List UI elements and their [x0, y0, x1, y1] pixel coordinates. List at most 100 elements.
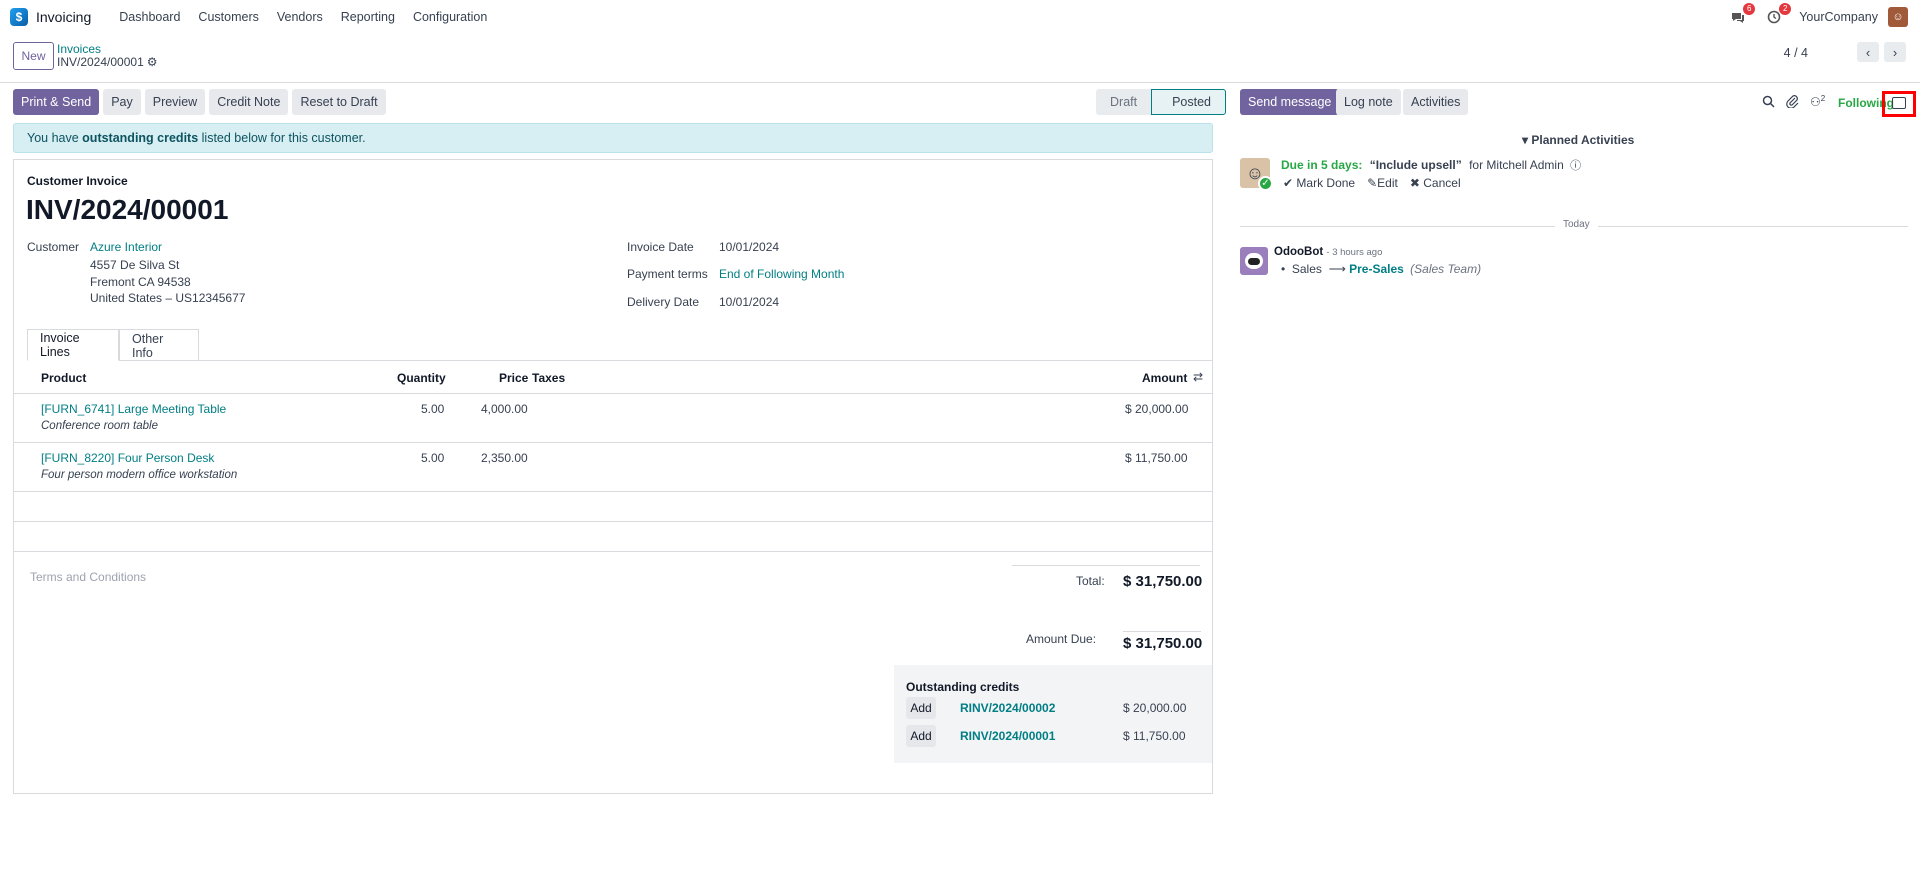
- message-header: OdooBot - 3 hours ago: [1274, 246, 1382, 258]
- empty-row[interactable]: [14, 492, 1212, 522]
- invoice-date-field[interactable]: 10/01/2024: [719, 240, 779, 254]
- print-send-button[interactable]: Print & Send: [13, 89, 100, 115]
- alert-text-pre: You have: [27, 131, 79, 145]
- main-menu: Dashboard Customers Vendors Reporting Co…: [101, 10, 487, 24]
- header-price[interactable]: Price: [499, 371, 528, 385]
- pager-value: 4 / 4: [1783, 46, 1808, 60]
- invoicing-app-icon[interactable]: $: [10, 8, 28, 26]
- header-product[interactable]: Product: [41, 371, 86, 385]
- edit-activity-button[interactable]: ✎Edit: [1367, 176, 1398, 190]
- totals-divider: [1012, 565, 1200, 566]
- user-avatar[interactable]: ☺: [1888, 7, 1908, 27]
- add-credit-button[interactable]: Add: [906, 725, 936, 747]
- pager-previous-button[interactable]: ‹: [1857, 42, 1879, 62]
- menu-vendors[interactable]: Vendors: [277, 10, 323, 24]
- app-name[interactable]: Invoicing: [36, 9, 91, 25]
- reset-to-draft-button[interactable]: Reset to Draft: [292, 89, 386, 115]
- menu-reporting[interactable]: Reporting: [341, 10, 395, 24]
- new-button[interactable]: New: [13, 42, 54, 70]
- cancel-activity-button[interactable]: ✖ Cancel: [1410, 176, 1461, 190]
- tracking-field-name: (Sales Team): [1410, 262, 1482, 276]
- systray: 6 2 YourCompany ☺: [1727, 0, 1920, 34]
- message-author: OdooBot: [1274, 246, 1324, 258]
- breadcrumb-invoices[interactable]: Invoices: [57, 42, 101, 56]
- customer-address-line2: Fremont CA 94538: [90, 275, 191, 289]
- payment-terms-link[interactable]: End of Following Month: [719, 267, 844, 281]
- edit-label: Edit: [1377, 176, 1398, 190]
- search-icon[interactable]: [1762, 95, 1775, 111]
- pencil-icon: ✎: [1367, 176, 1378, 190]
- table-row[interactable]: [FURN_6741] Large Meeting Table Conferen…: [14, 394, 1212, 443]
- invoice-type-label: Customer Invoice: [27, 174, 128, 188]
- alert-text-bold: outstanding credits: [82, 131, 199, 145]
- total-label: Total:: [1076, 574, 1105, 588]
- amount-due-value: $ 31,750.00: [1123, 635, 1203, 652]
- line-product-link[interactable]: [FURN_6741] Large Meeting Table: [41, 402, 226, 416]
- amount-due-label: Amount Due:: [1026, 632, 1097, 646]
- menu-dashboard[interactable]: Dashboard: [119, 10, 180, 24]
- line-amount: $ 20,000.00: [1125, 402, 1189, 416]
- layout-toggle-icon[interactable]: [1892, 97, 1906, 109]
- customer-link[interactable]: Azure Interior: [90, 240, 162, 254]
- followers-button[interactable]: ⚇2: [1810, 94, 1825, 109]
- terms-conditions-input[interactable]: Terms and Conditions: [30, 570, 146, 584]
- breadcrumb-current-label: INV/2024/00001: [57, 55, 144, 69]
- table-row[interactable]: [FURN_8220] Four Person Desk Four person…: [14, 443, 1212, 492]
- paperclip-icon[interactable]: [1786, 94, 1799, 111]
- preview-button[interactable]: Preview: [144, 89, 206, 115]
- close-icon: ✖: [1409, 176, 1420, 190]
- bullet: •: [1281, 262, 1286, 276]
- tracking-change: • Sales ⟶ Pre-Sales (Sales Team): [1281, 262, 1481, 276]
- arrow-right-icon: ⟶: [1328, 262, 1346, 276]
- odoobot-avatar: [1240, 247, 1268, 275]
- delivery-date-field[interactable]: 10/01/2024: [719, 295, 779, 309]
- invoice-number: INV/2024/00001: [26, 194, 229, 225]
- credit-note-button[interactable]: Credit Note: [209, 89, 289, 115]
- status-posted[interactable]: Posted: [1151, 89, 1227, 115]
- status-draft[interactable]: Draft: [1096, 89, 1152, 115]
- menu-configuration[interactable]: Configuration: [413, 10, 487, 24]
- header-taxes[interactable]: Taxes: [532, 371, 565, 385]
- activities-clock-icon[interactable]: 2: [1763, 3, 1792, 27]
- log-note-button[interactable]: Log note: [1336, 89, 1401, 115]
- line-product-link[interactable]: [FURN_8220] Four Person Desk: [41, 451, 214, 465]
- tab-other-info[interactable]: Other Info: [119, 329, 199, 361]
- pager-next-button[interactable]: ›: [1884, 42, 1906, 62]
- tracking-new-value: Pre-Sales: [1349, 262, 1404, 276]
- send-message-button[interactable]: Send message: [1240, 89, 1340, 115]
- line-price: 2,350.00: [481, 451, 528, 465]
- mark-done-button[interactable]: ✔ Mark Done: [1283, 176, 1355, 190]
- planned-activities-toggle[interactable]: ▾ Planned Activities: [1522, 133, 1634, 147]
- outstanding-credits-panel: Outstanding credits Add RINV/2024/00002 …: [894, 665, 1212, 763]
- empty-row[interactable]: [14, 522, 1212, 552]
- chevron-right-icon: ›: [1892, 44, 1898, 60]
- caret-down-icon: ▾: [1522, 133, 1529, 147]
- check-icon: ✔: [1283, 176, 1294, 190]
- header-quantity[interactable]: Quantity: [397, 371, 446, 385]
- info-icon[interactable]: ⓘ: [1570, 160, 1581, 172]
- lines-header: [14, 361, 1212, 394]
- line-description: Conference room table: [41, 420, 158, 432]
- gear-icon[interactable]: ⚙: [147, 55, 158, 69]
- planned-activities-title: Planned Activities: [1531, 133, 1635, 147]
- company-switcher[interactable]: YourCompany: [1799, 10, 1878, 24]
- credit-ref-link[interactable]: RINV/2024/00001: [960, 729, 1055, 743]
- messages-icon[interactable]: 6: [1727, 3, 1756, 27]
- optional-columns-icon[interactable]: ⇄: [1193, 370, 1203, 384]
- credit-ref-link[interactable]: RINV/2024/00002: [960, 701, 1055, 715]
- activities-button[interactable]: Activities: [1403, 89, 1469, 115]
- pay-button[interactable]: Pay: [103, 89, 141, 115]
- messages-badge: 6: [1743, 3, 1756, 15]
- message-time: - 3 hours ago: [1326, 247, 1383, 258]
- tab-invoice-lines[interactable]: Invoice Lines: [27, 329, 119, 361]
- customer-address-line1: 4557 De Silva St: [90, 258, 180, 272]
- line-amount: $ 11,750.00: [1125, 451, 1188, 465]
- mark-done-label: Mark Done: [1296, 176, 1356, 190]
- add-credit-button[interactable]: Add: [906, 697, 936, 719]
- activity-due-text: Due in 5 days:: [1281, 158, 1363, 172]
- activity-summary: “Include upsell”: [1369, 158, 1462, 172]
- menu-customers[interactable]: Customers: [198, 10, 258, 24]
- followers-count: 2: [1820, 94, 1826, 103]
- customer-address-line3: United States – US12345677: [90, 291, 246, 305]
- header-amount[interactable]: Amount: [1142, 371, 1187, 385]
